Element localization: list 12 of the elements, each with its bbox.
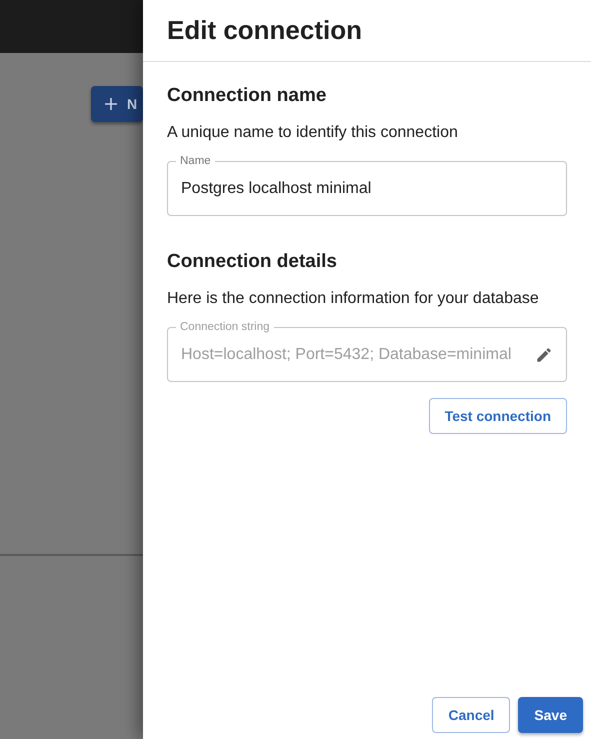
- save-button[interactable]: Save: [518, 697, 583, 733]
- new-button[interactable]: N: [91, 86, 143, 122]
- section-description: Here is the connection information for your database: [167, 289, 540, 309]
- drawer-title: Edit connection: [166, 14, 363, 47]
- section-description: A unique name to identify this connection: [167, 123, 459, 143]
- field-label: Connection string: [176, 320, 274, 334]
- section-heading: Connection details: [167, 250, 338, 274]
- name-field[interactable]: Name Postgres localhost minimal: [167, 154, 567, 216]
- section-heading: Connection name: [167, 84, 328, 108]
- plus-icon: [105, 98, 117, 110]
- test-connection-button[interactable]: Test connection: [428, 398, 567, 434]
- cancel-button[interactable]: Cancel: [432, 697, 510, 733]
